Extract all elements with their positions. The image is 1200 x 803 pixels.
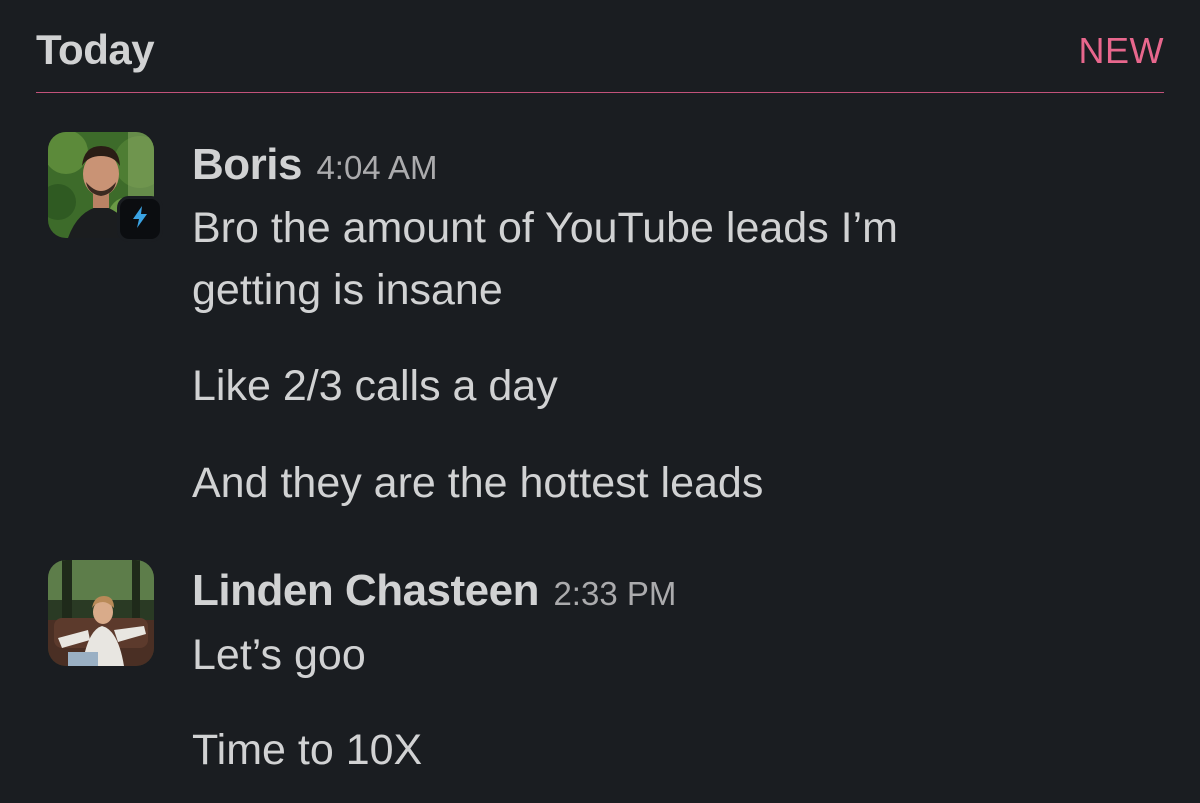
message-header: Boris 4:04 AM bbox=[192, 140, 438, 190]
message-timestamp[interactable]: 2:33 PM bbox=[553, 575, 676, 612]
message-text: Bro the amount of YouTube leads I’m gett… bbox=[192, 204, 898, 314]
avatar-linden-chasteen[interactable] bbox=[48, 560, 154, 666]
new-messages-label[interactable]: NEW bbox=[1079, 30, 1165, 72]
message-text: And they are the hottest leads bbox=[192, 459, 764, 507]
message-text: Like 2/3 calls a day bbox=[192, 362, 558, 410]
sender-name[interactable]: Linden Chasteen bbox=[192, 566, 540, 615]
sender-name[interactable]: Boris bbox=[192, 140, 302, 189]
status-badge bbox=[117, 196, 163, 242]
lightning-bolt-icon bbox=[129, 205, 151, 234]
day-label[interactable]: Today bbox=[36, 26, 155, 74]
day-divider: Today NEW bbox=[36, 0, 1164, 93]
message-header: Linden Chasteen 2:33 PM bbox=[192, 566, 676, 616]
message-timestamp[interactable]: 4:04 AM bbox=[316, 149, 437, 186]
message-text: Let’s goo bbox=[192, 631, 366, 679]
message-text: Time to 10X bbox=[192, 726, 423, 774]
